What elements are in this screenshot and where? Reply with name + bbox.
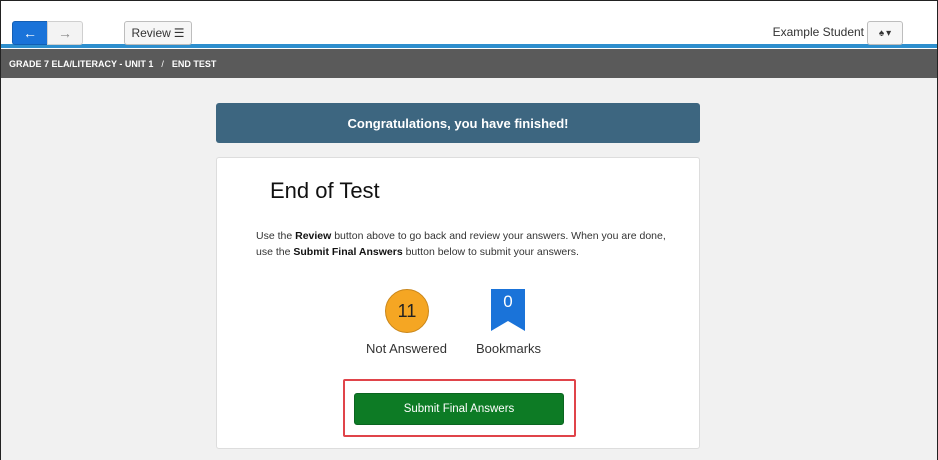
bookmarks-count: 0 [503,292,513,311]
not-answered-label: Not Answered [366,341,447,356]
banner-text: Congratulations, you have finished! [347,115,569,131]
user-icon: ♠ [878,27,885,39]
content-rail-right [929,78,937,460]
arrow-left-icon: ← [23,25,37,41]
list-icon: ☰ [173,26,185,40]
instructions-part-3: button below to submit your answers. [402,246,579,258]
content-rail-left [1,78,9,460]
instructions-text: Use the Review button above to go back a… [256,228,676,260]
submit-final-answers-button[interactable]: Submit Final Answers [354,393,564,425]
breadcrumb-page: END TEST [171,58,217,69]
forward-button[interactable]: → [47,21,83,45]
review-label: Review [131,26,171,40]
review-button[interactable]: Review ☰ [124,21,192,45]
instructions-review-bold: Review [295,230,332,242]
breadcrumb-course: GRADE 7 ELA/LITERACY - UNIT 1 [9,58,154,69]
user-menu-button[interactable]: ♠ ▾ [867,21,903,45]
breadcrumb: GRADE 7 ELA/LITERACY - UNIT 1 / END TEST [1,49,937,78]
page-title: End of Test [270,178,380,203]
student-name: Example Student [772,25,864,39]
bookmarks-label: Bookmarks [476,341,542,356]
submit-label: Submit Final Answers [403,403,515,415]
back-button[interactable]: ← [12,21,48,45]
breadcrumb-separator: / [161,58,164,69]
arrow-right-icon: → [58,25,72,41]
congrats-banner: Congratulations, you have finished! [216,103,700,143]
caret-down-icon: ▾ [886,27,892,39]
instructions-part-1: Use the [256,230,296,242]
not-answered-count-badge: 11 [385,289,429,333]
instructions-submit-bold: Submit Final Answers [293,246,403,258]
